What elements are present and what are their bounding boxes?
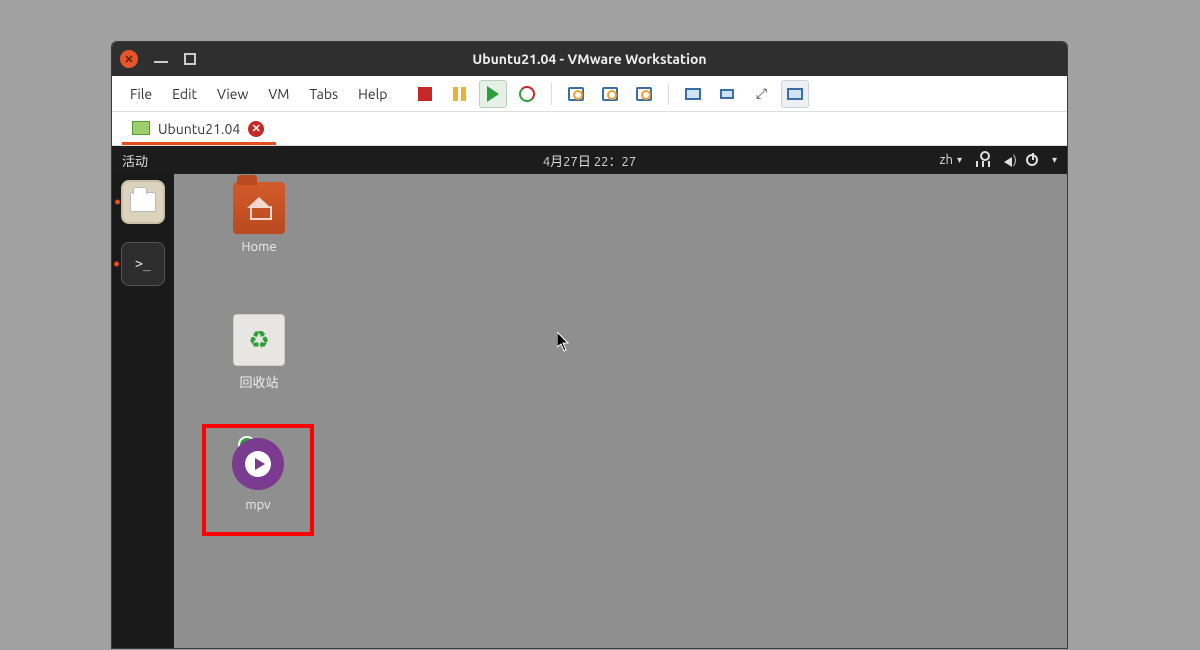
menu-view[interactable]: View	[209, 82, 256, 106]
separator	[668, 83, 669, 105]
menubar: File Edit View VM Tabs Help ⤢	[112, 76, 1067, 112]
terminal-icon: >_	[135, 257, 151, 272]
desktop-icon-label: Home	[214, 240, 304, 254]
dock-files[interactable]	[121, 180, 165, 224]
cycle-multiple-monitors-button[interactable]	[781, 80, 809, 108]
window-maximize-button[interactable]	[184, 53, 196, 65]
restart-button[interactable]	[513, 80, 541, 108]
console-view-button[interactable]	[679, 80, 707, 108]
desktop-icon-home[interactable]: Home	[214, 182, 304, 254]
stop-icon	[418, 87, 432, 101]
vmware-window: ✕ Ubuntu21.04 - VMware Workstation File …	[111, 41, 1068, 649]
menu-vm[interactable]: VM	[260, 82, 297, 106]
home-folder-icon	[233, 182, 285, 234]
network-icon[interactable]	[976, 153, 990, 167]
snapshot-manager-button[interactable]	[630, 80, 658, 108]
refresh-icon	[519, 86, 535, 102]
gnome-topbar: 活动 4月27日 22：27 zh ▾ ▾	[112, 146, 1067, 174]
suspend-button[interactable]	[445, 80, 473, 108]
monitor-icon	[685, 88, 701, 100]
unity-button[interactable]	[713, 80, 741, 108]
vm-tab-label: Ubuntu21.04	[158, 121, 240, 137]
running-indicator	[114, 262, 119, 267]
menu-tabs[interactable]: Tabs	[301, 82, 346, 106]
toolbar: ⤢	[411, 80, 809, 108]
chevron-down-icon: ▾	[957, 154, 962, 166]
window-minimize-button[interactable]	[154, 61, 168, 63]
desktop-icon-label: mpv	[245, 498, 270, 512]
input-language-indicator[interactable]: zh ▾	[940, 153, 962, 167]
menu-file[interactable]: File	[122, 82, 160, 106]
lang-label: zh	[940, 153, 953, 167]
guest-desktop[interactable]: 活动 4月27日 22：27 zh ▾ ▾ >_ Ho	[112, 146, 1067, 648]
fullscreen-icon: ⤢	[756, 85, 767, 102]
snapshot-button[interactable]	[562, 80, 590, 108]
mpv-icon	[232, 438, 284, 490]
dock: >_	[112, 174, 174, 648]
window-close-button[interactable]: ✕	[120, 50, 138, 68]
trash-icon: ♻	[233, 314, 285, 366]
power-off-button[interactable]	[411, 80, 439, 108]
pause-icon	[453, 87, 466, 101]
dock-terminal[interactable]: >_	[121, 242, 165, 286]
snapshot-icon	[568, 87, 584, 101]
play-icon	[487, 86, 499, 102]
snapshot-manager-icon	[636, 87, 652, 101]
files-icon	[130, 192, 156, 212]
activities-button[interactable]: 活动	[122, 151, 148, 170]
power-on-button[interactable]	[479, 80, 507, 108]
clock[interactable]: 4月27日 22：27	[112, 151, 1067, 170]
chevron-down-icon[interactable]: ▾	[1052, 154, 1057, 166]
menu-edit[interactable]: Edit	[164, 82, 205, 106]
running-indicator	[115, 200, 120, 205]
separator	[551, 83, 552, 105]
volume-icon[interactable]	[1004, 157, 1012, 167]
vm-tab[interactable]: Ubuntu21.04 ✕	[122, 115, 276, 145]
screen-icon	[787, 88, 803, 100]
window-title: Ubuntu21.04 - VMware Workstation	[112, 51, 1067, 67]
desktop-icon-trash[interactable]: ♻ 回收站	[214, 314, 304, 391]
menu-help[interactable]: Help	[350, 82, 395, 106]
fullscreen-button[interactable]: ⤢	[747, 80, 775, 108]
revert-snapshot-button[interactable]	[596, 80, 624, 108]
power-icon[interactable]	[1026, 154, 1038, 166]
snapshot-revert-icon	[602, 87, 618, 101]
titlebar[interactable]: ✕ Ubuntu21.04 - VMware Workstation	[112, 42, 1067, 76]
desktop-area[interactable]: Home ♻ 回收站 ✓ mpv	[174, 174, 1067, 648]
monitor-small-icon	[720, 89, 734, 99]
cursor-icon	[557, 332, 571, 352]
desktop-icon-mpv-highlighted[interactable]: ✓ mpv	[202, 424, 314, 536]
vm-icon	[134, 123, 150, 135]
desktop-icon-label: 回收站	[214, 372, 304, 391]
tab-close-button[interactable]: ✕	[248, 121, 264, 137]
vm-tabbar: Ubuntu21.04 ✕	[112, 112, 1067, 146]
